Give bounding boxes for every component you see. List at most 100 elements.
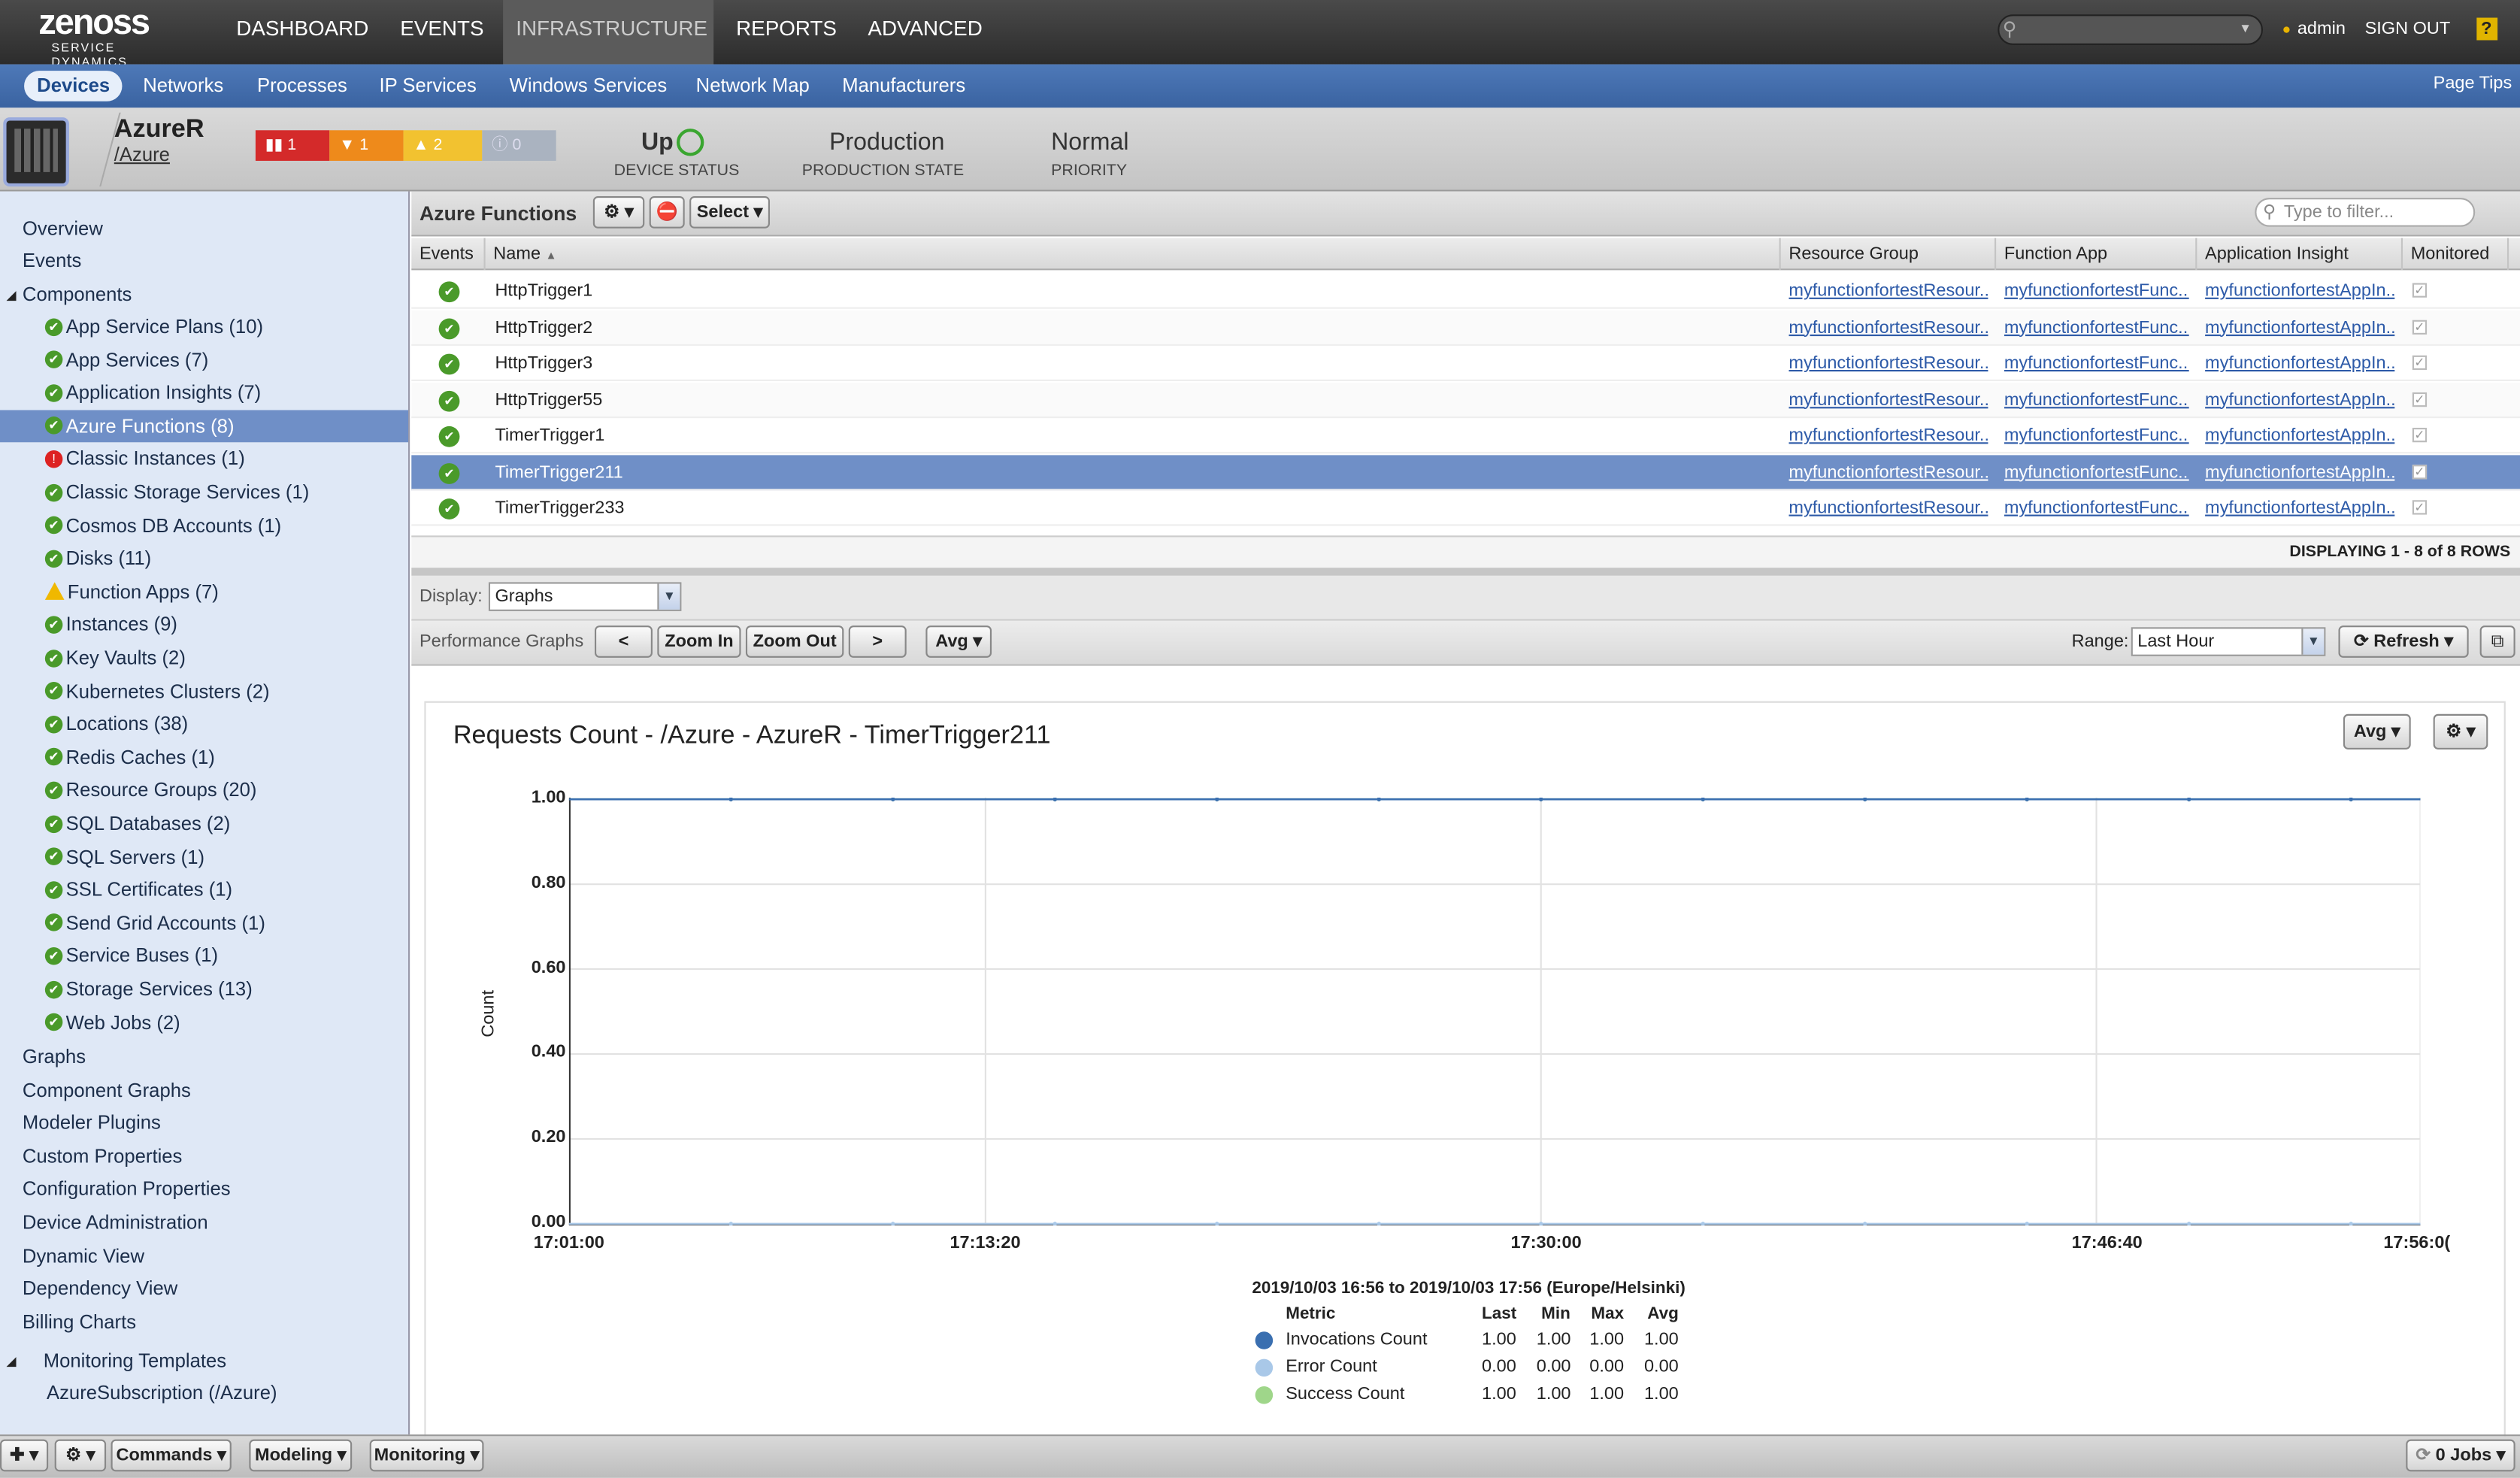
zoom-out-button[interactable]: Zoom Out bbox=[745, 625, 844, 658]
add-button[interactable]: ✚ ▾ bbox=[0, 1439, 49, 1472]
subnav-devices[interactable]: Devices bbox=[24, 71, 123, 101]
global-search-input[interactable]: ⚲ ▼ bbox=[1998, 14, 2264, 45]
function-app-link[interactable]: myfunctionfortestFunc... bbox=[2004, 310, 2189, 345]
next-range-button[interactable]: > bbox=[848, 625, 907, 658]
nav-infrastructure[interactable]: INFRASTRUCTURE bbox=[503, 0, 714, 65]
resource-group-link[interactable]: myfunctionfortestResour... bbox=[1789, 310, 1988, 345]
nav-advanced[interactable]: ADVANCED bbox=[855, 0, 995, 65]
previous-range-button[interactable]: < bbox=[594, 625, 653, 658]
subnav-networks[interactable]: Networks bbox=[130, 71, 236, 101]
collapse-triangle-icon[interactable]: ◢ bbox=[7, 288, 17, 302]
warning-events-badge[interactable]: ▲ 2 bbox=[403, 130, 483, 161]
help-icon[interactable]: ? bbox=[2476, 17, 2497, 41]
column-application-insight[interactable]: Application Insight bbox=[2197, 238, 2403, 271]
resource-group-link[interactable]: myfunctionfortestResour... bbox=[1789, 454, 1988, 489]
subnav-processes[interactable]: Processes bbox=[244, 71, 360, 101]
grid-filter-input[interactable]: ⚲ Type to filter... bbox=[2255, 198, 2476, 227]
monitored-checkbox[interactable]: ✓ bbox=[2412, 428, 2428, 443]
nav-reports[interactable]: REPORTS bbox=[723, 0, 850, 65]
signout-link[interactable]: SIGN OUT bbox=[2365, 20, 2451, 39]
sidebar-monitoring-templates[interactable]: Monitoring Templates bbox=[0, 1344, 226, 1377]
error-events-badge[interactable]: ▼ 1 bbox=[329, 130, 404, 161]
panel-splitter[interactable] bbox=[411, 568, 2520, 576]
critical-events-badge[interactable]: ▮▮ 1 bbox=[255, 130, 330, 161]
monitored-checkbox[interactable]: ✓ bbox=[2412, 355, 2428, 371]
application-insight-link[interactable]: myfunctionfortestAppIn... bbox=[2205, 274, 2394, 309]
sidebar-component-item[interactable]: ✔ Redis Caches (1) bbox=[44, 741, 215, 774]
bottom-gear-button[interactable]: ⚙ ▾ bbox=[54, 1439, 107, 1472]
jobs-button[interactable]: ⟳ 0 Jobs ▾ bbox=[2406, 1439, 2515, 1472]
table-row[interactable]: ✔ TimerTrigger1 myfunctionfortestResour...… bbox=[411, 418, 2520, 454]
sidebar-components[interactable]: Components bbox=[23, 278, 132, 310]
application-insight-link[interactable]: myfunctionfortestAppIn... bbox=[2205, 490, 2394, 525]
sidebar-component-item[interactable]: ✔ App Services (7) bbox=[44, 344, 208, 376]
info-events-badge[interactable]: ⓘ 0 bbox=[482, 130, 556, 161]
sidebar-component-item[interactable]: ✔ Key Vaults (2) bbox=[44, 642, 186, 674]
resource-group-link[interactable]: myfunctionfortestResour... bbox=[1789, 382, 1988, 417]
function-app-link[interactable]: myfunctionfortestFunc... bbox=[2004, 346, 2189, 381]
application-insight-link[interactable]: myfunctionfortestAppIn... bbox=[2205, 454, 2394, 489]
function-app-link[interactable]: myfunctionfortestFunc... bbox=[2004, 382, 2189, 417]
sidebar-component-item[interactable]: ✔ Instances (9) bbox=[44, 608, 177, 641]
sidebar-nav-item[interactable]: Configuration Properties bbox=[23, 1173, 231, 1205]
sidebar-component-item[interactable]: ! Classic Instances (1) bbox=[44, 443, 245, 475]
page-tips-link[interactable]: Page Tips bbox=[2434, 74, 2512, 93]
monitored-checkbox[interactable]: ✓ bbox=[2412, 319, 2428, 334]
function-app-link[interactable]: myfunctionfortestFunc... bbox=[2004, 454, 2189, 489]
table-row[interactable]: ✔ TimerTrigger211 myfunctionfortestResour.… bbox=[411, 454, 2520, 490]
sidebar-component-item[interactable]: ✔ Kubernetes Clusters (2) bbox=[44, 675, 270, 707]
zenoss-logo[interactable]: zenoss SERVICE DYNAMICS bbox=[38, 4, 192, 69]
function-app-link[interactable]: myfunctionfortestFunc... bbox=[2004, 490, 2189, 525]
sidebar-component-item[interactable]: ✔ Classic Storage Services (1) bbox=[44, 476, 309, 508]
production-state-value[interactable]: Production bbox=[829, 129, 944, 156]
sidebar-overview[interactable]: Overview bbox=[23, 212, 103, 244]
display-select[interactable]: Graphs ▼ bbox=[488, 582, 682, 611]
nav-dashboard[interactable]: DASHBOARD bbox=[223, 0, 381, 65]
modeling-menu-button[interactable]: Modeling ▾ bbox=[249, 1439, 353, 1472]
monitored-checkbox[interactable]: ✓ bbox=[2412, 464, 2428, 479]
nav-events[interactable]: EVENTS bbox=[387, 0, 496, 65]
gear-menu-button[interactable]: ⚙ ▾ bbox=[592, 195, 645, 229]
sidebar-component-item[interactable]: ✔ Storage Services (13) bbox=[44, 973, 253, 1005]
subnav-manufacturers[interactable]: Manufacturers bbox=[829, 71, 978, 101]
username[interactable]: admin bbox=[2297, 20, 2346, 39]
popout-button[interactable]: ⧉ bbox=[2479, 625, 2515, 658]
column-monitored[interactable]: Monitored bbox=[2403, 238, 2509, 271]
application-insight-link[interactable]: myfunctionfortestAppIn... bbox=[2205, 418, 2394, 453]
table-row[interactable]: ✔ HttpTrigger3 myfunctionfortestResour... m… bbox=[411, 346, 2520, 381]
table-row[interactable]: ✔ TimerTrigger233 myfunctionfortestResour.… bbox=[411, 490, 2520, 526]
function-app-link[interactable]: myfunctionfortestFunc... bbox=[2004, 274, 2189, 309]
sidebar-component-item[interactable]: Function Apps (7) bbox=[44, 575, 219, 607]
sidebar-component-item[interactable]: ✔ Cosmos DB Accounts (1) bbox=[44, 509, 281, 541]
sidebar-component-item[interactable]: ✔ Resource Groups (20) bbox=[44, 774, 256, 807]
monitored-checkbox[interactable]: ✓ bbox=[2412, 500, 2428, 515]
commands-menu-button[interactable]: Commands ▾ bbox=[111, 1439, 232, 1472]
sidebar-nav-item[interactable]: Billing Charts bbox=[23, 1306, 136, 1338]
column-name[interactable]: Name ▲ bbox=[486, 238, 1781, 271]
sidebar-component-item[interactable]: ✔ App Service Plans (10) bbox=[44, 310, 263, 343]
monitored-checkbox[interactable]: ✓ bbox=[2412, 283, 2428, 298]
function-app-link[interactable]: myfunctionfortestFunc... bbox=[2004, 418, 2189, 453]
device-path-link[interactable]: /Azure bbox=[114, 143, 170, 165]
table-row[interactable]: ✔ HttpTrigger1 myfunctionfortestResour... m… bbox=[411, 274, 2520, 309]
select-menu-button[interactable]: Select ▾ bbox=[689, 195, 771, 229]
sidebar-component-item[interactable]: ✔ SQL Servers (1) bbox=[44, 840, 204, 873]
priority-value[interactable]: Normal bbox=[1051, 129, 1128, 156]
resource-group-link[interactable]: myfunctionfortestResour... bbox=[1789, 274, 1988, 309]
sidebar-component-item[interactable]: ✔ Application Insights (7) bbox=[44, 377, 261, 409]
column-events[interactable]: Events bbox=[411, 238, 486, 271]
table-row[interactable]: ✔ HttpTrigger2 myfunctionfortestResour... m… bbox=[411, 309, 2520, 345]
aggregate-menu-button[interactable]: Avg ▾ bbox=[925, 625, 992, 658]
sidebar-component-item[interactable]: ✔ Locations (38) bbox=[44, 708, 188, 741]
application-insight-link[interactable]: myfunctionfortestAppIn... bbox=[2205, 310, 2394, 345]
resource-group-link[interactable]: myfunctionfortestResour... bbox=[1789, 418, 1988, 453]
resource-group-link[interactable]: myfunctionfortestResour... bbox=[1789, 490, 1988, 525]
sidebar-nav-item[interactable]: Dynamic View bbox=[23, 1239, 144, 1271]
sidebar-nav-item[interactable]: Component Graphs bbox=[23, 1074, 191, 1106]
sidebar-component-item[interactable]: ✔ SSL Certificates (1) bbox=[44, 874, 232, 906]
application-insight-link[interactable]: myfunctionfortestAppIn... bbox=[2205, 346, 2394, 381]
table-row[interactable]: ✔ HttpTrigger55 myfunctionfortestResour...… bbox=[411, 382, 2520, 418]
sidebar-component-item[interactable]: ✔ SQL Databases (2) bbox=[44, 807, 230, 840]
sidebar-component-item[interactable]: ✔ Service Buses (1) bbox=[44, 940, 218, 972]
sidebar-events[interactable]: Events bbox=[23, 244, 81, 277]
